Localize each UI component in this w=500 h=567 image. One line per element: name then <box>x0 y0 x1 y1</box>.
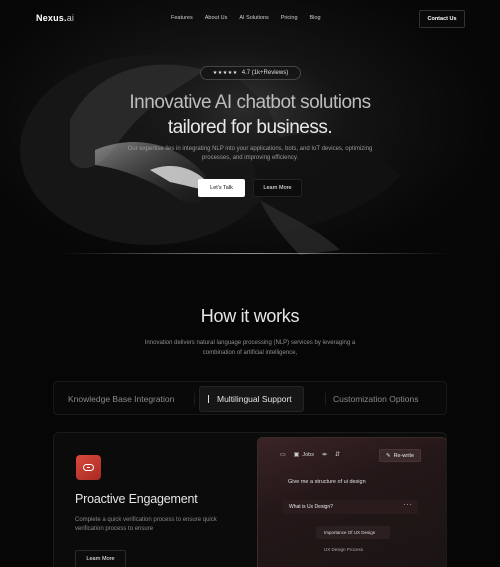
nav-link-about[interactable]: About Us <box>205 15 228 21</box>
rating-badge: ★★★★★ 4.7 (1k+Reviews) <box>200 66 301 80</box>
tab-divider <box>325 393 326 405</box>
chat-suggestion[interactable]: What is Ux Design? <box>282 500 418 514</box>
section-title: How it works <box>200 306 300 326</box>
feature-learn-more-button[interactable]: Learn More <box>75 550 126 567</box>
feature-title: Proactive Engagement <box>75 492 198 506</box>
chat-preview: ▭ ▣ Jobs ⇹ ⇵ ✎ Re-write Give me a structur… <box>257 437 446 567</box>
expand-icon: ⇹ <box>321 452 327 458</box>
chat-prompt: Give me a structure of ui design <box>288 479 366 485</box>
chat-toolbar: ▭ ▣ Jobs ⇹ ⇵ <box>280 451 340 459</box>
chat-sub-item[interactable]: Importance Of UX Design <box>316 526 390 539</box>
section-subtitle: Innovation delivers natural language pro… <box>144 340 356 356</box>
hero-horizon-line <box>60 253 450 254</box>
rating-text: 4.7 (1k+Reviews) <box>241 70 289 76</box>
hero-subtitle: Our expertise lies in integrating NLP in… <box>127 146 373 161</box>
feature-panel: Proactive Engagement Complete a quick ve… <box>53 432 447 567</box>
hero-learn-more-button[interactable]: Learn More <box>253 179 302 197</box>
nav-link-blog[interactable]: Blog <box>310 15 321 21</box>
rewrite-button[interactable]: ✎ Re-write <box>379 449 421 462</box>
feature-tabs: Knowledge Base Integration Multilingual … <box>53 381 447 415</box>
lets-talk-button[interactable]: Let's Talk <box>198 179 245 197</box>
contact-us-button[interactable]: Contact Us <box>419 10 465 28</box>
sliders-icon: ⇵ <box>335 452 341 458</box>
media-icon: ▭ <box>280 452 286 458</box>
hero-title: Innovative AI chatbot solutions tailored… <box>129 92 371 138</box>
briefcase-icon: ▣ <box>293 452 300 458</box>
nav-link-ai-solutions[interactable]: AI Solutions <box>239 15 268 21</box>
logo[interactable]: Nexus.ai <box>36 13 74 23</box>
nav-links: Features About Us AI Solutions Pricing B… <box>171 15 333 21</box>
adjust-tool[interactable]: ⇵ <box>335 451 340 458</box>
tab-customization-options[interactable]: Customization Options <box>333 382 419 416</box>
tab-multilingual-support[interactable]: Multilingual Support <box>199 386 304 412</box>
active-tab-indicator <box>208 395 209 403</box>
expand-tool[interactable]: ⇹ <box>322 451 327 458</box>
media-tool[interactable]: ▭ <box>280 451 286 458</box>
more-options-icon[interactable]: ··· <box>403 500 413 509</box>
nav-link-pricing[interactable]: Pricing <box>281 15 298 21</box>
star-rating-icon: ★★★★★ <box>212 70 238 76</box>
top-nav: Nexus.ai Features About Us AI Solutions … <box>0 0 500 38</box>
jobs-tool[interactable]: ▣ Jobs <box>293 451 314 459</box>
tab-divider <box>194 393 195 405</box>
chat-bubble-icon <box>76 455 101 480</box>
feature-description: Complete a quick verification process to… <box>75 517 217 532</box>
chat-sub-item[interactable]: UX Design Process <box>324 547 363 552</box>
tab-knowledge-base[interactable]: Knowledge Base Integration <box>68 382 174 416</box>
nav-link-features[interactable]: Features <box>171 15 193 21</box>
magic-wand-icon: ✎ <box>385 452 391 459</box>
